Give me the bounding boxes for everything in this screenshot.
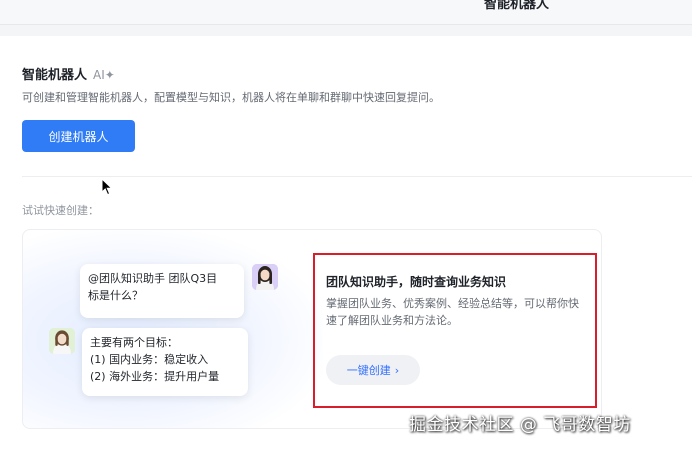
one-click-create-button[interactable]: 一键创建 › [326,355,420,385]
section-header: 智能机器人 AI✦ [22,64,115,83]
section-description: 可创建和管理智能机器人，配置模型与知识，机器人将在单聊和群聊中快速回复提问。 [22,91,440,104]
top-bar: 智能机器人 [0,0,692,25]
template-title: 团队知识助手，随时查询业务知识 [326,275,507,289]
chat-question-bubble: @团队知识助手 团队Q3目 标是什么？ [80,264,244,318]
answer-line: 主要有两个目标： [90,336,178,349]
chat-answer-bubble: 主要有两个目标： (1) 国内业务：稳定收入 (2) 海外业务：提升用户量 [82,328,248,396]
ai-badge: AI✦ [93,68,115,82]
template-description: 掌握团队业务、优秀案例、经验总结等，可以帮你快速了解团队业务和方法论。 [326,297,579,327]
answer-line: (1) 国内业务：稳定收入 [90,353,209,366]
top-bar-title: 智能机器人 [484,0,550,12]
section-title: 智能机器人 [22,68,88,83]
divider [22,176,692,177]
answer-line: (2) 海外业务：提升用户量 [90,370,220,383]
one-click-create-label: 一键创建 [346,364,391,377]
question-line: @团队知识助手 团队Q3目 [88,272,218,285]
quick-create-hint: 试试快速创建： [22,204,99,217]
create-robot-button[interactable]: 创建机器人 [22,120,135,152]
chevron-right-icon: › [394,363,400,377]
watermark: 掘金技术社区 @ 飞哥数智坊 [409,415,631,435]
bot-avatar-icon [49,328,75,354]
question-line: 标是什么？ [88,289,143,302]
mouse-cursor-icon [101,177,113,200]
user-avatar-icon [252,264,278,290]
